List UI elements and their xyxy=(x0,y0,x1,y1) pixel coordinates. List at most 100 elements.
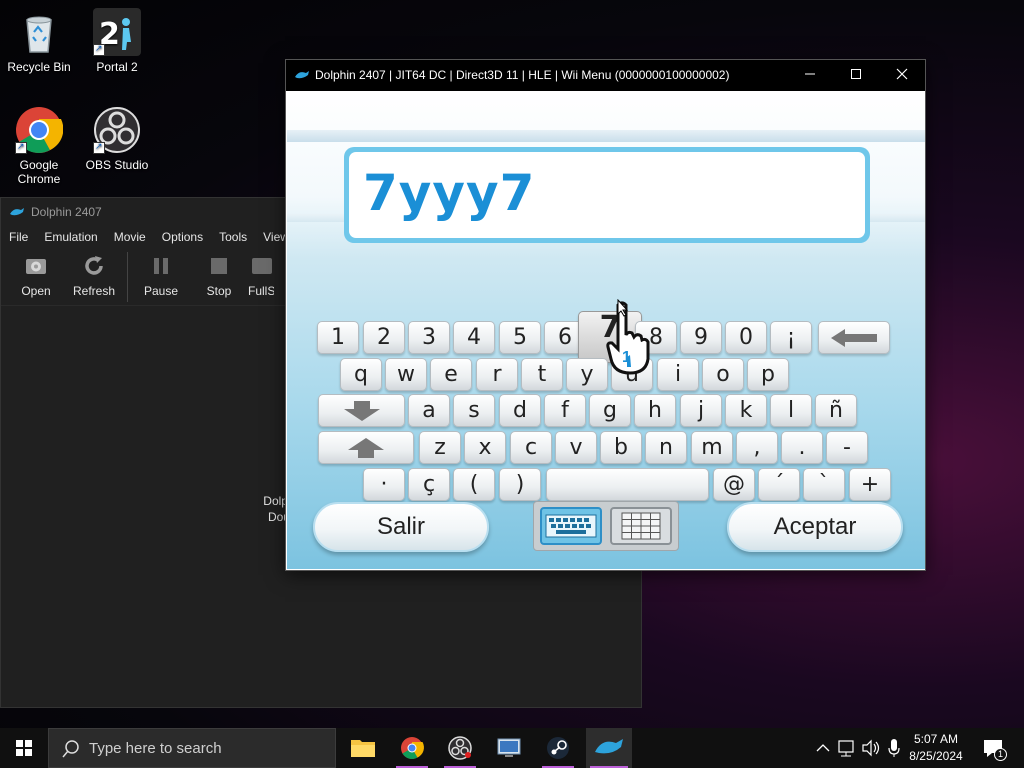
taskbar-obs[interactable] xyxy=(441,728,479,768)
emulation-titlebar[interactable]: Dolphin 2407 | JIT64 DC | Direct3D 11 | … xyxy=(286,60,925,91)
key-period[interactable]: . xyxy=(781,431,823,464)
minimize-button[interactable] xyxy=(787,60,833,91)
key-b[interactable]: b xyxy=(600,431,642,464)
caps-lock-key[interactable] xyxy=(318,394,405,427)
chrome-icon xyxy=(15,106,64,154)
key-k[interactable]: k xyxy=(725,394,767,427)
key-at[interactable]: @ xyxy=(713,468,755,501)
volume-tray-button[interactable] xyxy=(860,728,882,768)
text-entry-box[interactable]: 7yyy7 xyxy=(344,147,870,243)
taskbar-remote-desktop[interactable] xyxy=(490,728,528,768)
key-grave-accent[interactable]: ` xyxy=(803,468,845,501)
maximize-button[interactable] xyxy=(833,60,879,91)
key-l[interactable]: l xyxy=(770,394,812,427)
key-c-cedilla[interactable]: ç xyxy=(408,468,450,501)
key-w[interactable]: w xyxy=(385,358,427,391)
fullscreen-button[interactable]: FullS xyxy=(248,248,274,298)
pause-icon xyxy=(149,254,173,278)
qwerty-mode-button[interactable] xyxy=(540,507,602,545)
taskbar-chrome[interactable] xyxy=(393,728,431,768)
key-middle-dot[interactable]: · xyxy=(363,468,405,501)
refresh-label: Refresh xyxy=(72,284,116,298)
key-g[interactable]: g xyxy=(589,394,631,427)
open-button[interactable]: Open xyxy=(7,248,65,298)
close-button[interactable] xyxy=(879,60,925,91)
refresh-button[interactable]: Refresh xyxy=(65,248,123,298)
key-d[interactable]: d xyxy=(499,394,541,427)
key-9[interactable]: 9 xyxy=(680,321,722,354)
key-x[interactable]: x xyxy=(464,431,506,464)
key-v[interactable]: v xyxy=(555,431,597,464)
key-n-tilde[interactable]: ñ xyxy=(815,394,857,427)
key-c[interactable]: c xyxy=(510,431,552,464)
key-y[interactable]: y xyxy=(566,358,608,391)
desktop-icon-portal2[interactable]: 2 Portal 2 xyxy=(79,8,155,74)
key-4[interactable]: 4 xyxy=(453,321,495,354)
wii-keyboard-screen: 7yyy7 1 2 3 4 5 6 7 8 9 0 ¡ q w e r t y … xyxy=(287,92,925,569)
aceptar-button[interactable]: Aceptar xyxy=(727,502,903,552)
key-o[interactable]: o xyxy=(702,358,744,391)
text-entry-inner: 7yyy7 xyxy=(349,152,865,238)
show-hidden-icons-button[interactable] xyxy=(814,728,832,768)
key-2[interactable]: 2 xyxy=(363,321,405,354)
dolphin-main-title: Dolphin 2407 xyxy=(31,205,102,219)
grid-mode-button[interactable] xyxy=(610,507,672,545)
key-plus[interactable]: + xyxy=(849,468,891,501)
key-i[interactable]: i xyxy=(657,358,699,391)
taskbar-steam[interactable] xyxy=(539,728,577,768)
obs-icon xyxy=(448,736,472,760)
key-acute-accent[interactable]: ´ xyxy=(758,468,800,501)
menu-tools[interactable]: Tools xyxy=(211,230,255,244)
key-0[interactable]: 0 xyxy=(725,321,767,354)
backspace-arrow-icon xyxy=(831,329,877,347)
pause-button[interactable]: Pause xyxy=(132,248,190,298)
key-comma[interactable]: , xyxy=(736,431,778,464)
key-n[interactable]: n xyxy=(645,431,687,464)
key-5[interactable]: 5 xyxy=(499,321,541,354)
key-q[interactable]: q xyxy=(340,358,382,391)
search-box[interactable]: Type here to search xyxy=(48,728,336,768)
network-tray-button[interactable] xyxy=(836,728,856,768)
key-a[interactable]: a xyxy=(408,394,450,427)
start-button[interactable] xyxy=(0,728,48,768)
clock-time: 5:07 AM xyxy=(913,732,959,746)
menu-options[interactable]: Options xyxy=(154,230,211,244)
key-1[interactable]: 1 xyxy=(317,321,359,354)
key-open-paren[interactable]: ( xyxy=(453,468,495,501)
menu-movie[interactable]: Movie xyxy=(106,230,154,244)
desktop-icon-chrome[interactable]: Google Chrome xyxy=(1,106,77,186)
stop-button[interactable]: Stop xyxy=(190,248,248,298)
key-inverted-exclamation[interactable]: ¡ xyxy=(770,321,812,354)
key-e[interactable]: e xyxy=(430,358,472,391)
chrome-icon xyxy=(401,737,424,759)
taskbar-file-explorer[interactable] xyxy=(344,728,382,768)
desktop-icon-obs[interactable]: OBS Studio xyxy=(79,106,155,172)
key-z[interactable]: z xyxy=(419,431,461,464)
key-f[interactable]: f xyxy=(544,394,586,427)
speaker-icon xyxy=(862,739,880,757)
key-j[interactable]: j xyxy=(680,394,722,427)
shortcut-arrow-icon xyxy=(93,43,105,56)
key-h[interactable]: h xyxy=(634,394,676,427)
key-close-paren[interactable]: ) xyxy=(499,468,541,501)
desktop-icon-recycle-bin[interactable]: Recycle Bin xyxy=(1,8,77,74)
key-3[interactable]: 3 xyxy=(408,321,450,354)
taskbar-dolphin[interactable] xyxy=(586,728,632,768)
key-hyphen[interactable]: - xyxy=(826,431,868,464)
key-s[interactable]: s xyxy=(453,394,495,427)
key-m[interactable]: m xyxy=(691,431,733,464)
backspace-key[interactable] xyxy=(818,321,890,354)
notification-center-button[interactable]: 1 xyxy=(976,728,1012,768)
space-key[interactable] xyxy=(546,468,709,501)
key-r[interactable]: r xyxy=(476,358,518,391)
key-p[interactable]: p xyxy=(747,358,789,391)
microphone-tray-button[interactable] xyxy=(884,728,904,768)
key-t[interactable]: t xyxy=(521,358,563,391)
menu-emulation[interactable]: Emulation xyxy=(36,230,105,244)
shift-up-arrow-icon xyxy=(348,438,384,458)
salir-button[interactable]: Salir xyxy=(313,502,489,552)
close-icon xyxy=(896,68,908,80)
menu-file[interactable]: File xyxy=(1,230,36,244)
clock[interactable]: 5:07 AM 8/25/2024 xyxy=(908,731,964,765)
shift-key[interactable] xyxy=(318,431,414,464)
